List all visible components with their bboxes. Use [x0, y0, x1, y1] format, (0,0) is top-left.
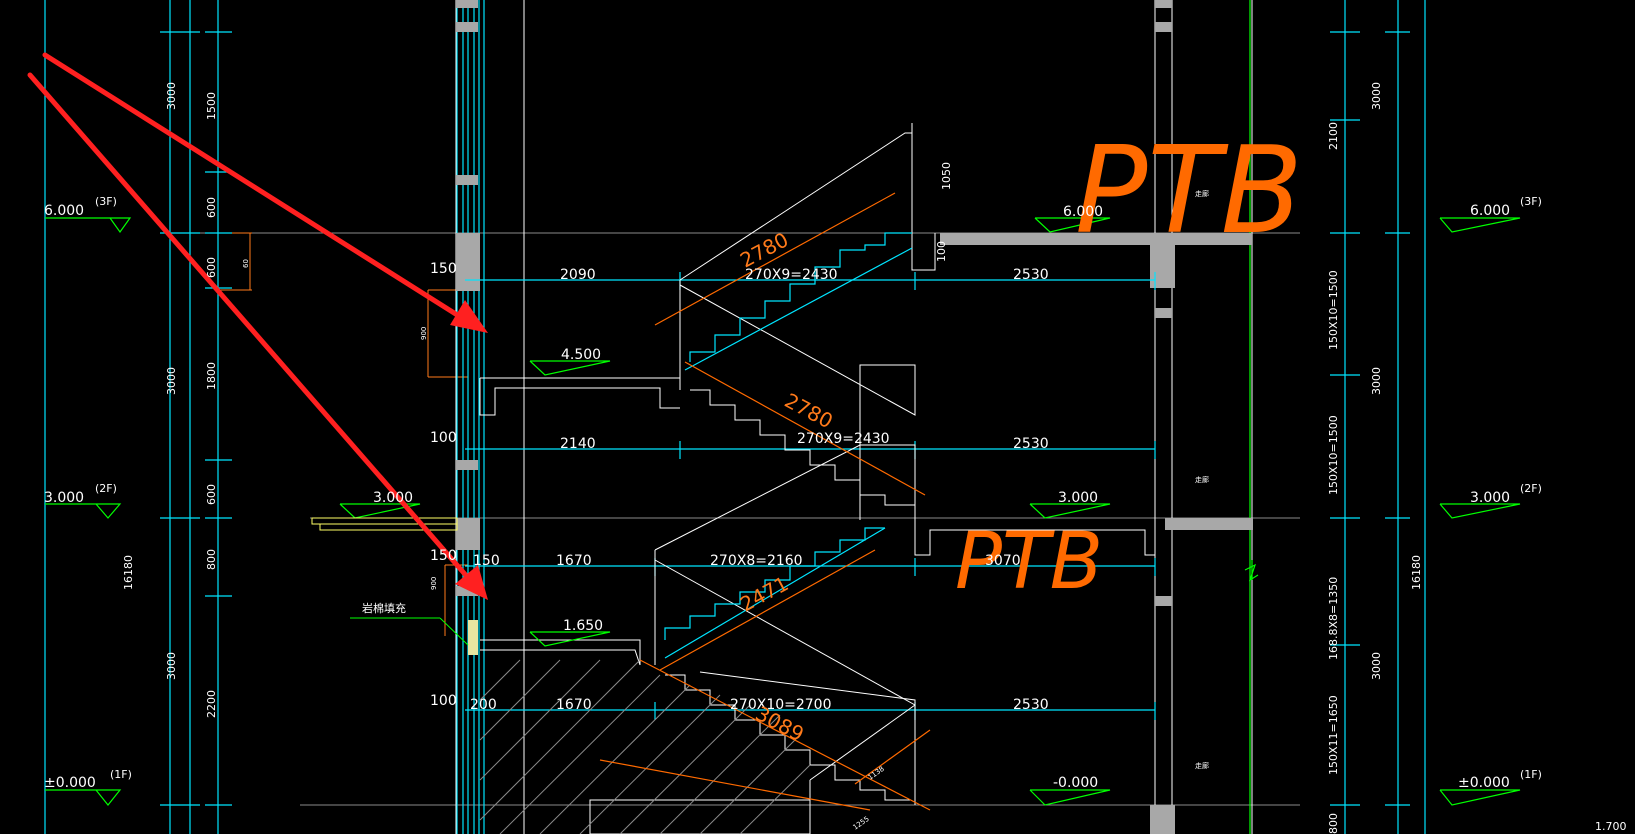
right-dim-150x11: 150X11=1650 [1327, 695, 1340, 775]
left-level-2f-tag: (2F) [95, 482, 117, 495]
right-level-3f-tag: (3F) [1520, 195, 1542, 208]
inner-level-1650: 1.650 [563, 618, 603, 634]
left-dim-1800: 1800 [205, 362, 218, 390]
row1-dim-c: 2530 [1013, 267, 1049, 283]
left-dim-3000-b: 3000 [165, 367, 178, 395]
handwritten-ptb-top: PTB [1075, 122, 1303, 261]
wall-dim-150-b: 150 [430, 548, 457, 564]
wall-dim-100-b: 100 [430, 693, 457, 709]
row3-dim-c: 3070 [985, 553, 1021, 569]
right-dim-3000-a: 3000 [1370, 82, 1383, 110]
wall-dim-100-a: 100 [430, 430, 457, 446]
ptb-annotation-middle: PTB [955, 517, 1103, 607]
right-dim-800: 800 [1327, 813, 1340, 834]
right-dim-150x10-a: 150X10=1500 [1327, 270, 1340, 350]
row1-dim-b: 270X9=2430 [745, 267, 838, 283]
right-dim-2100: 2100 [1327, 122, 1340, 150]
ptb-annotation-top: PTB [1075, 122, 1303, 261]
inner-level-3000-right: 3.000 [1058, 490, 1098, 506]
left-level-0000: ±0.000 [44, 775, 96, 791]
left-dim-800: 800 [205, 549, 218, 570]
row3-dim-a0: 150 [473, 553, 500, 569]
tiny-dim-60: 60 [242, 259, 250, 268]
left-dim-600-b: 600 [205, 257, 218, 278]
left-dim-16180: 16180 [122, 555, 135, 590]
cad-section-drawing: PTB PTB 6.000 (3F) 3.000 (2F) ±0.000 (1F… [0, 0, 1635, 834]
row4-dim-c: 2530 [1013, 697, 1049, 713]
row3-dim-a: 1670 [556, 553, 592, 569]
right-dim-3000-b: 3000 [1370, 367, 1383, 395]
dim-100-vert: 100 [935, 241, 948, 262]
right-level-2f-tag: (2F) [1520, 482, 1542, 495]
left-level-1f-tag: (1F) [110, 768, 132, 781]
wall-dim-150-a: 150 [430, 261, 457, 277]
right-level-1f-tag: (1F) [1520, 768, 1542, 781]
row2-dim-a: 2140 [560, 436, 596, 452]
inner-level-4500: 4.500 [561, 347, 601, 363]
left-dim-600-a: 600 [205, 197, 218, 218]
row2-dim-b: 270X9=2430 [797, 431, 890, 447]
tiny-dim-900-a: 900 [420, 327, 428, 340]
row2-dim-c: 2530 [1013, 436, 1049, 452]
left-dim-2200: 2200 [205, 690, 218, 718]
right-level-0000: ±0.000 [1458, 775, 1510, 791]
right-dim-168x8: 168.8X8=1350 [1327, 577, 1340, 660]
left-dim-3000-a: 3000 [165, 82, 178, 110]
tiny-dim-900-b: 900 [430, 577, 438, 590]
row1-dim-a: 2090 [560, 267, 596, 283]
row4-dim-a: 1670 [556, 697, 592, 713]
right-dim-3000-c: 3000 [1370, 652, 1383, 680]
inner-level-0000: -0.000 [1053, 775, 1098, 791]
row3-dim-b: 270X8=2160 [710, 553, 803, 569]
left-level-6000: 6.000 [44, 203, 84, 219]
left-dim-600-c: 600 [205, 484, 218, 505]
right-level-3000: 3.000 [1470, 490, 1510, 506]
corridor-label-2f: 走廊 [1195, 475, 1209, 484]
right-level-6000: 6.000 [1470, 203, 1510, 219]
row4-dim-a0: 200 [470, 697, 497, 713]
left-dim-1500: 1500 [205, 92, 218, 120]
left-level-3000: 3.000 [44, 490, 84, 506]
left-dim-3000-c: 3000 [165, 652, 178, 680]
handwritten-ptb-middle: PTB [955, 517, 1103, 607]
left-level-3f-tag: (3F) [95, 195, 117, 208]
inner-level-3000-left: 3.000 [373, 490, 413, 506]
right-edge-level: 1.700 [1595, 820, 1627, 833]
dim-1050: 1050 [940, 162, 953, 190]
right-dim-150x10-b: 150X10=1500 [1327, 415, 1340, 495]
corridor-label-3f: 走廊 [1195, 189, 1209, 198]
right-dim-16180: 16180 [1410, 555, 1423, 590]
inner-level-6000: 6.000 [1063, 204, 1103, 220]
corridor-label-1f: 走廊 [1195, 761, 1209, 770]
rock-wool-note: 岩棉填充 [362, 601, 406, 615]
